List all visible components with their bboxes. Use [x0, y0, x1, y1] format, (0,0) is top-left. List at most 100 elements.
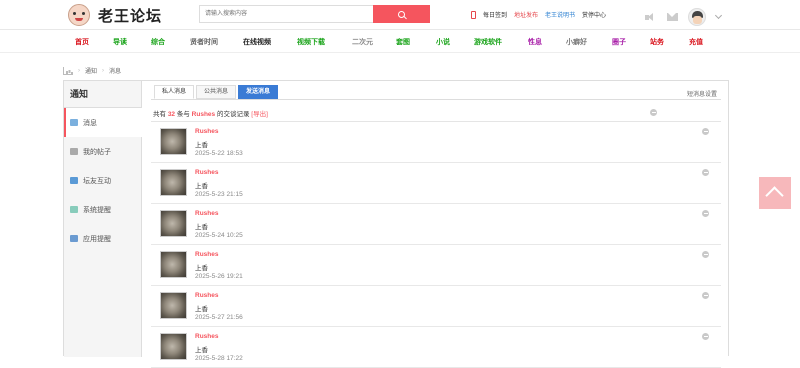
messages-content: 私人消息 公共消息 发送消息 短消息设置 共有 32 条与 Rushes 的交谈…: [151, 81, 721, 368]
message-time: 2025-5-24 10:25: [195, 232, 243, 239]
document-icon: [70, 148, 78, 155]
search-icon: [398, 10, 405, 18]
nav-item[interactable]: 站务: [650, 37, 664, 47]
nav-item[interactable]: 贤者时间: [190, 37, 218, 47]
message-text: 上香: [195, 183, 208, 190]
search-input[interactable]: [199, 5, 373, 23]
nav-item[interactable]: 二次元: [352, 37, 373, 47]
delete-message-icon[interactable]: [702, 333, 709, 340]
diamond-icon: [70, 206, 78, 213]
message-row: Rushes 上香 2025-5-27 21:56: [151, 286, 721, 327]
tab-divider: [151, 99, 721, 100]
nav-item[interactable]: 游戏软件: [474, 37, 502, 47]
address-link[interactable]: 地址发布: [514, 10, 538, 19]
sender-name[interactable]: Rushes: [195, 333, 218, 340]
tab-public[interactable]: 公共消息: [196, 85, 237, 99]
conversation-user[interactable]: Rushes: [192, 111, 215, 118]
message-time: 2025-5-27 21:56: [195, 314, 243, 321]
sender-avatar[interactable]: [160, 169, 187, 196]
nav-item[interactable]: 视频下载: [297, 37, 325, 47]
sidebar-title: 通知: [64, 81, 141, 108]
sender-name[interactable]: Rushes: [195, 292, 218, 299]
chevron-down-icon[interactable]: [714, 11, 723, 20]
tab-private[interactable]: 私人消息: [154, 85, 195, 99]
message-tabs: 私人消息 公共消息 发送消息: [154, 85, 279, 99]
export-link[interactable]: [导出]: [251, 111, 268, 118]
nav-item[interactable]: 在线视频: [243, 37, 271, 47]
notice-panel: 通知 消息我的帖子坛友互动系统提醒应用提醒 私人消息 公共消息 发送消息 短消息…: [63, 80, 729, 368]
sender-avatar[interactable]: [160, 210, 187, 237]
sender-name[interactable]: Rushes: [195, 210, 218, 217]
message-time: 2025-5-26 19:21: [195, 273, 243, 280]
message-time: 2025-5-28 17:22: [195, 355, 243, 362]
breadcrumb: › 通知 › 消息: [63, 66, 121, 75]
sidebar-item-4[interactable]: 应用提醒: [64, 224, 141, 253]
message-text: 上香: [195, 306, 208, 313]
user-tools: [645, 8, 723, 26]
mail-icon[interactable]: [667, 13, 678, 21]
sender-name[interactable]: Rushes: [195, 169, 218, 176]
nav-item[interactable]: 圈子: [612, 37, 626, 47]
grid-icon: [70, 235, 78, 242]
sidebar-item-label: 系统提醒: [83, 206, 111, 214]
site-title: 老王论坛: [98, 6, 163, 25]
nav-item[interactable]: 导读: [113, 37, 127, 47]
nav-item[interactable]: 首页: [75, 37, 89, 47]
sidebar-item-1[interactable]: 我的帖子: [64, 137, 141, 166]
sidebar-item-2[interactable]: 坛友互动: [64, 166, 141, 195]
sender-name[interactable]: Rushes: [195, 251, 218, 258]
delete-message-icon[interactable]: [702, 169, 709, 176]
delete-message-icon[interactable]: [702, 210, 709, 217]
site-logo[interactable]: 老王论坛: [68, 4, 162, 26]
send-message-button[interactable]: 发送消息: [238, 85, 279, 99]
user-avatar[interactable]: [688, 8, 706, 26]
top-links: 每日签到 地址发布 老王说明书 赏停中心: [471, 10, 606, 19]
nav-item[interactable]: 小说: [436, 37, 450, 47]
search-bar: [199, 5, 430, 23]
message-row: Rushes 上香 2025-5-26 19:21: [151, 245, 721, 286]
message-text: 上香: [195, 142, 208, 149]
message-time: 2025-5-22 18:53: [195, 150, 243, 157]
sender-name[interactable]: Rushes: [195, 128, 218, 135]
message-time: 2025-5-23 21:15: [195, 191, 243, 198]
breadcrumb-notice[interactable]: 通知: [85, 66, 97, 75]
signin-link[interactable]: 每日签到: [483, 10, 507, 19]
sender-avatar[interactable]: [160, 128, 187, 155]
guide-link[interactable]: 老王说明书: [545, 10, 575, 19]
nav-item[interactable]: 小癖好: [566, 37, 587, 47]
envelope-icon: [70, 119, 78, 126]
delete-message-icon[interactable]: [702, 292, 709, 299]
nav-item[interactable]: 套图: [396, 37, 410, 47]
message-row: Rushes 上香 2025-5-23 21:15: [151, 163, 721, 204]
sidebar-item-label: 应用提醒: [83, 235, 111, 243]
sidebar-item-label: 坛友互动: [83, 177, 111, 185]
pm-settings-link[interactable]: 短消息设置: [687, 89, 717, 98]
search-button[interactable]: [373, 5, 430, 23]
chat-icon: [70, 177, 78, 184]
sender-avatar[interactable]: [160, 292, 187, 319]
sidebar-item-label: 消息: [83, 119, 97, 127]
home-chart-icon[interactable]: [63, 66, 73, 75]
phone-icon: [471, 10, 476, 19]
delete-all-icon[interactable]: [650, 109, 657, 116]
bounty-link[interactable]: 赏停中心: [582, 10, 606, 19]
breadcrumb-separator: ›: [102, 67, 105, 74]
message-text: 上香: [195, 347, 208, 354]
delete-message-icon[interactable]: [702, 251, 709, 258]
nav-item[interactable]: 综合: [151, 37, 165, 47]
breadcrumb-messages: 消息: [109, 69, 122, 75]
summary-prefix: 共有: [153, 111, 166, 118]
volume-icon[interactable]: [645, 12, 657, 22]
sender-avatar[interactable]: [160, 251, 187, 278]
sidebar-item-3[interactable]: 系统提醒: [64, 195, 141, 224]
message-text: 上香: [195, 224, 208, 231]
top-header: 老王论坛 每日签到 地址发布 老王说明书 赏停中心: [0, 0, 800, 30]
back-to-top-button[interactable]: [759, 177, 791, 209]
nav-item[interactable]: 性息: [528, 37, 542, 47]
conversation-summary: 共有 32 条与 Rushes 的交谈记录 [导出]: [153, 108, 268, 118]
sidebar-item-0[interactable]: 消息: [64, 108, 142, 137]
main-nav: 首页 导读 综合 贤者时间 在线视频 视频下载 二次元 套图 小说 游戏软件 性息 小癖好 圈子 站务 充值: [0, 31, 800, 53]
delete-message-icon[interactable]: [702, 128, 709, 135]
nav-item[interactable]: 充值: [689, 37, 703, 47]
message-text: 上香: [195, 265, 208, 272]
